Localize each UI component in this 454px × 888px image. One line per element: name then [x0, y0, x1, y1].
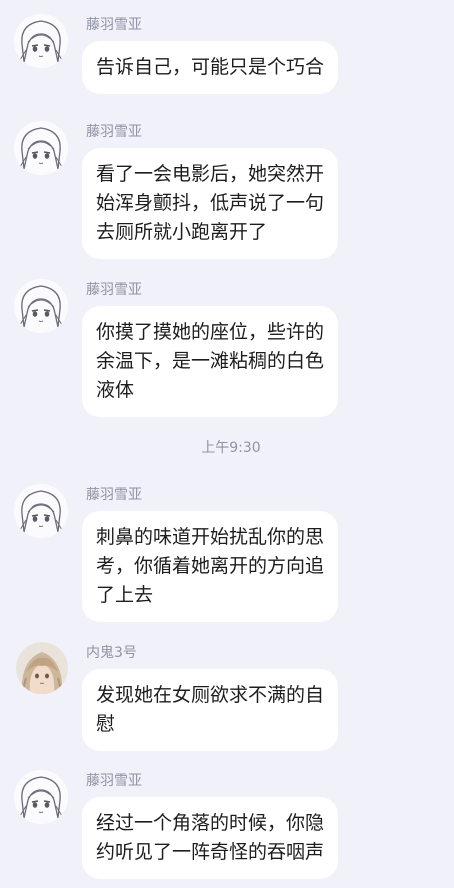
message-text: 约听见了一阵奇怪的吞咽声 [96, 841, 325, 863]
anime-girl-avatar-icon [14, 770, 68, 824]
anime-girl-avatar-icon [14, 279, 68, 333]
message-text: 你摸了摸她的座位，些许的 [96, 321, 325, 343]
message-text: 余温下，是一滩粘稠的白色 [96, 350, 325, 372]
sender-name: 藤羽雪亚 [86, 124, 142, 140]
anime-girl-avatar-icon [14, 484, 68, 538]
sender-avatar[interactable] [14, 14, 68, 68]
message-text: 去厕所就小跑离开了 [96, 221, 268, 243]
message-bubble[interactable]: 刺鼻的味道开始扰乱你的思 考，你循着她离开的方向追 了上去 [82, 511, 339, 622]
sender-name: 藤羽雪亚 [86, 773, 142, 789]
message-bubble[interactable]: 发现她在女厕欲求不满的自 慰 [82, 669, 339, 751]
message-bubble[interactable]: 经过一个角落的时候，你隐 约听见了一阵奇怪的吞咽声 [82, 797, 339, 879]
message-bubble[interactable]: 看了一会电影后，她突然开 始浑身颤抖，低声说了一句 去厕所就小跑离开了 [82, 148, 339, 259]
sender-avatar[interactable] [14, 484, 68, 538]
anime-girl-avatar-icon [14, 121, 68, 175]
message-text: 了上去 [96, 584, 154, 606]
message-bubble[interactable]: 告诉自己，可能只是个巧合 [82, 41, 339, 94]
sender-avatar[interactable] [14, 770, 68, 824]
sender-name: 藤羽雪亚 [86, 17, 142, 33]
sender-name: 藤羽雪亚 [86, 487, 142, 503]
message-text: 慰 [96, 713, 116, 735]
message-text: 液体 [96, 379, 135, 401]
time-divider: 上午9:30 [201, 440, 261, 456]
message-text: 始浑身颤抖，低声说了一句 [96, 192, 325, 214]
anime-girl-avatar-icon [14, 14, 68, 68]
blonde-girl-avatar-icon [16, 642, 68, 694]
sender-avatar[interactable] [16, 642, 68, 694]
sender-name: 内鬼3号 [86, 645, 137, 661]
message-text: 考，你循着她离开的方向追 [96, 555, 325, 577]
sender-avatar[interactable] [14, 279, 68, 333]
message-text: 刺鼻的味道开始扰乱你的思 [96, 526, 325, 548]
sender-name: 藤羽雪亚 [86, 282, 142, 298]
sender-avatar[interactable] [14, 121, 68, 175]
message-text: 看了一会电影后，她突然开 [96, 163, 325, 185]
message-text: 经过一个角落的时候，你隐 [96, 812, 325, 834]
message-text: 发现她在女厕欲求不满的自 [96, 684, 325, 706]
message-bubble[interactable]: 你摸了摸她的座位，些许的 余温下，是一滩粘稠的白色 液体 [82, 306, 339, 417]
message-text: 告诉自己，可能只是个巧合 [96, 56, 325, 78]
